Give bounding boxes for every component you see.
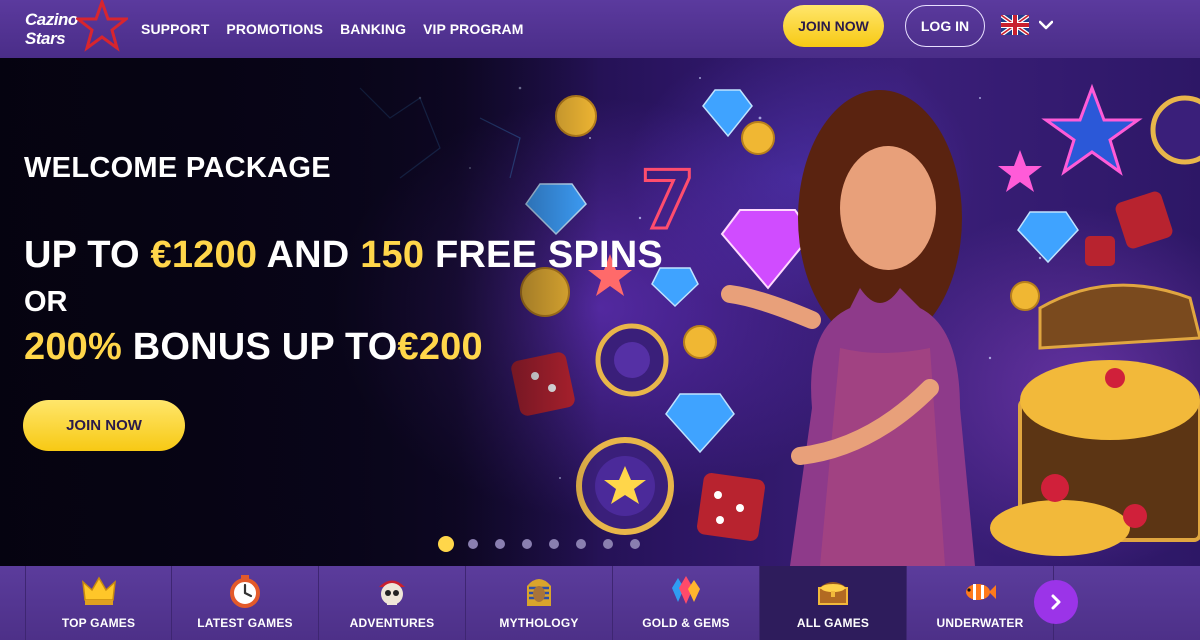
main-nav: SUPPORT PROMOTIONS BANKING VIP PROGRAM [141, 0, 541, 58]
offer-amount: €200 [397, 326, 483, 368]
carousel-dot[interactable] [468, 539, 478, 549]
nav-support[interactable]: SUPPORT [141, 21, 209, 37]
logo-text-line2: Stars [25, 29, 66, 48]
language-selector[interactable] [1001, 15, 1053, 35]
carousel-dot[interactable] [630, 539, 640, 549]
category-adventures[interactable]: ADVENTURES [319, 566, 466, 640]
join-now-button[interactable]: JOIN NOW [783, 5, 884, 47]
game-category-bar: TOP GAMES LATEST GAMES ADVENTURES MYTHOL… [0, 566, 1200, 640]
pharaoh-icon [527, 579, 551, 606]
offer-text: UP TO [24, 234, 151, 276]
category-label: GOLD & GEMS [642, 616, 730, 630]
category-latest-games[interactable]: LATEST GAMES [172, 566, 319, 640]
offer-percent: 200% [24, 326, 122, 368]
category-mythology[interactable]: MYTHOLOGY [466, 566, 613, 640]
category-all-games[interactable]: ALL GAMES [760, 566, 907, 640]
category-top-games[interactable]: TOP GAMES [25, 566, 172, 640]
offer-text: AND [257, 234, 361, 276]
category-label: ALL GAMES [796, 616, 870, 630]
category-label: UNDERWATER [936, 616, 1024, 630]
stopwatch-icon [230, 575, 260, 608]
top-header: Cazino Stars SUPPORT PROMOTIONS BANKING … [0, 0, 1200, 58]
carousel-dot[interactable] [522, 539, 532, 549]
carousel-dot[interactable] [438, 536, 454, 552]
hero-banner: 7 [0, 58, 1200, 566]
offer-amount: €1200 [150, 234, 258, 276]
carousel-dot[interactable] [549, 539, 559, 549]
category-gold-gems[interactable]: GOLD & GEMS [613, 566, 760, 640]
offer-text: BONUS UP TO [122, 326, 398, 368]
star-logo-icon [76, 0, 128, 52]
carousel-dot[interactable] [495, 539, 505, 549]
offer-spins-count: 150 [360, 234, 425, 276]
carousel-dot[interactable] [576, 539, 586, 549]
hero-or: OR [24, 286, 68, 318]
crown-icon [81, 576, 116, 605]
uk-flag-icon [1001, 15, 1029, 35]
chevron-right-icon [1051, 594, 1061, 610]
treasure-chest-icon [818, 582, 848, 605]
gems-icon [672, 576, 700, 604]
category-label: TOP GAMES [61, 616, 136, 630]
hero-subtitle: WELCOME PACKAGE [24, 152, 331, 184]
category-label: ADVENTURES [349, 616, 435, 630]
nav-vip-program[interactable]: VIP PROGRAM [423, 21, 523, 37]
hero-offer-line2: 200% BONUS UP TO€200 [24, 326, 483, 369]
hero-join-now-button[interactable]: JOIN NOW [23, 400, 185, 451]
hero-illustration: 7 [0, 58, 1200, 566]
nav-promotions[interactable]: PROMOTIONS [226, 21, 323, 37]
pirate-skull-icon [379, 580, 405, 605]
hero-offer-line1: UP TO €1200 AND 150 FREE SPINS [24, 234, 663, 277]
category-underwater[interactable]: UNDERWATER [907, 566, 1054, 640]
carousel-dot[interactable] [603, 539, 613, 549]
logo-text-line1: Cazino [25, 10, 78, 29]
category-label: LATEST GAMES [197, 616, 293, 630]
nav-banking[interactable]: BANKING [340, 21, 406, 37]
category-next-button[interactable] [1034, 580, 1078, 624]
clownfish-icon [966, 584, 996, 600]
offer-text: FREE SPINS [424, 234, 663, 276]
carousel-dots [438, 536, 657, 552]
category-label: MYTHOLOGY [499, 616, 579, 630]
log-in-button[interactable]: LOG IN [905, 5, 985, 47]
site-logo[interactable]: Cazino Stars [22, 0, 128, 54]
chevron-down-icon [1039, 20, 1053, 30]
